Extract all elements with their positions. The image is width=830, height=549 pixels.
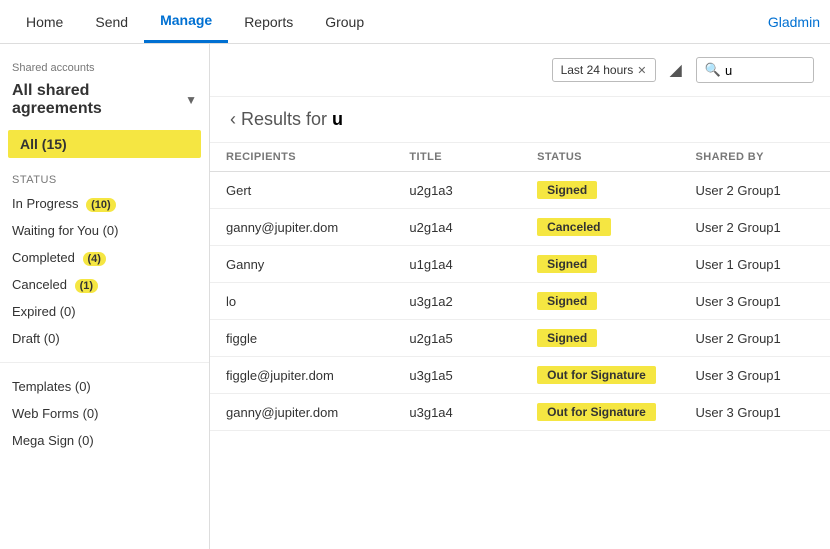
web-forms-badge: (0) [83, 406, 99, 421]
sidebar-item-mega-sign[interactable]: Mega Sign (0) [0, 427, 209, 454]
time-filter-label: Last 24 hours [561, 63, 634, 77]
cell-title: u1g1a4 [393, 246, 521, 283]
cell-shared-by: User 2 Group1 [680, 209, 830, 246]
content-header: Last 24 hours ✕ ◢ 🔍 [210, 44, 830, 97]
cell-recipient: figgle [210, 320, 393, 357]
table-row[interactable]: ganny@jupiter.domu2g1a4 Canceled User 2 Gr… [210, 209, 830, 246]
nav-manage[interactable]: Manage [144, 0, 228, 43]
col-header-title: Title [393, 143, 521, 172]
results-label: Results for [241, 109, 327, 129]
table-row[interactable]: lou3g1a2 Signed User 3 Group1 [210, 283, 830, 320]
cell-recipient: ganny@jupiter.dom [210, 394, 393, 431]
cell-shared-by: User 2 Group1 [680, 320, 830, 357]
status-badge: Out for Signature [537, 403, 656, 421]
filter-group: Last 24 hours ✕ ◢ 🔍 [552, 56, 814, 84]
results-table: Recipients Title Status Shared By Gertu2… [210, 143, 830, 431]
cell-status: Signed [521, 246, 679, 283]
cell-title: u2g1a5 [393, 320, 521, 357]
main-layout: Shared accounts All shared agreements ▼ … [0, 44, 830, 549]
cell-status: Out for Signature [521, 394, 679, 431]
results-query: u [332, 109, 343, 129]
sidebar-item-templates[interactable]: Templates (0) [0, 373, 209, 400]
status-section-label: STATUS [0, 164, 209, 190]
cell-title: u3g1a4 [393, 394, 521, 431]
results-heading: ‹ Results for u [210, 97, 830, 143]
cell-title: u2g1a4 [393, 209, 521, 246]
nav-send[interactable]: Send [79, 2, 144, 42]
all-agreements-title[interactable]: All shared agreements ▼ [0, 76, 209, 124]
cell-shared-by: User 3 Group1 [680, 394, 830, 431]
canceled-badge: (1) [75, 279, 98, 293]
status-badge: Signed [537, 181, 597, 199]
col-header-recipients: Recipients [210, 143, 393, 172]
cell-recipient: Gert [210, 172, 393, 209]
nav-home[interactable]: Home [10, 2, 79, 42]
status-badge: Signed [537, 329, 597, 347]
shared-accounts-label: Shared accounts [0, 54, 209, 76]
table-row[interactable]: Gertu2g1a3 Signed User 2 Group1 [210, 172, 830, 209]
expired-badge: (0) [60, 304, 76, 319]
cell-recipient: Ganny [210, 246, 393, 283]
sidebar-item-canceled[interactable]: Canceled (1) [0, 271, 209, 298]
search-box: 🔍 [696, 57, 814, 83]
nav-user[interactable]: Gladmin [768, 14, 820, 30]
status-badge: Signed [537, 255, 597, 273]
in-progress-badge: (10) [86, 198, 116, 212]
status-badge: Out for Signature [537, 366, 656, 384]
mega-sign-badge: (0) [78, 433, 94, 448]
sidebar-item-expired[interactable]: Expired (0) [0, 298, 209, 325]
cell-status: Signed [521, 320, 679, 357]
templates-badge: (0) [75, 379, 91, 394]
top-nav: Home Send Manage Reports Group Gladmin [0, 0, 830, 44]
cell-recipient: lo [210, 283, 393, 320]
time-filter-close[interactable]: ✕ [637, 64, 646, 77]
sidebar-item-waiting[interactable]: Waiting for You (0) [0, 217, 209, 244]
cell-status: Canceled [521, 209, 679, 246]
cell-status: Signed [521, 172, 679, 209]
cell-title: u3g1a5 [393, 357, 521, 394]
table-header: Recipients Title Status Shared By [210, 143, 830, 172]
completed-badge: (4) [83, 252, 106, 266]
table-row[interactable]: Gannyu1g1a4 Signed User 1 Group1 [210, 246, 830, 283]
table-row[interactable]: figgle@jupiter.domu3g1a5 Out for Signatur… [210, 357, 830, 394]
cell-shared-by: User 3 Group1 [680, 283, 830, 320]
sidebar-item-web-forms[interactable]: Web Forms (0) [0, 400, 209, 427]
col-header-status: Status [521, 143, 679, 172]
sidebar-item-in-progress[interactable]: In Progress (10) [0, 190, 209, 217]
search-input[interactable] [725, 63, 805, 78]
nav-reports[interactable]: Reports [228, 2, 309, 42]
draft-badge: (0) [44, 331, 60, 346]
cell-status: Signed [521, 283, 679, 320]
cell-shared-by: User 1 Group1 [680, 246, 830, 283]
chevron-down-icon: ▼ [185, 93, 197, 107]
all-item[interactable]: All (15) [8, 130, 201, 158]
cell-recipient: ganny@jupiter.dom [210, 209, 393, 246]
sidebar: Shared accounts All shared agreements ▼ … [0, 44, 210, 549]
cell-shared-by: User 3 Group1 [680, 357, 830, 394]
table-row[interactable]: figgleu2g1a5 Signed User 2 Group1 [210, 320, 830, 357]
search-icon: 🔍 [705, 62, 721, 78]
main-content: Last 24 hours ✕ ◢ 🔍 ‹ Results for u Reci… [210, 44, 830, 549]
sidebar-divider [0, 362, 209, 363]
status-badge: Signed [537, 292, 597, 310]
waiting-badge: (0) [103, 223, 119, 238]
filter-icon[interactable]: ◢ [664, 56, 688, 84]
table-row[interactable]: ganny@jupiter.domu3g1a4 Out for Signature… [210, 394, 830, 431]
cell-shared-by: User 2 Group1 [680, 172, 830, 209]
cell-title: u3g1a2 [393, 283, 521, 320]
status-badge: Canceled [537, 218, 610, 236]
time-filter[interactable]: Last 24 hours ✕ [552, 58, 656, 82]
col-header-shared-by: Shared By [680, 143, 830, 172]
table-body: Gertu2g1a3SignedUser 2 Group1ganny@jupit… [210, 172, 830, 431]
cell-recipient: figgle@jupiter.dom [210, 357, 393, 394]
cell-title: u2g1a3 [393, 172, 521, 209]
all-agreements-label: All shared agreements [12, 82, 179, 118]
sidebar-item-draft[interactable]: Draft (0) [0, 325, 209, 352]
nav-group[interactable]: Group [309, 2, 380, 42]
sidebar-item-completed[interactable]: Completed (4) [0, 244, 209, 271]
cell-status: Out for Signature [521, 357, 679, 394]
